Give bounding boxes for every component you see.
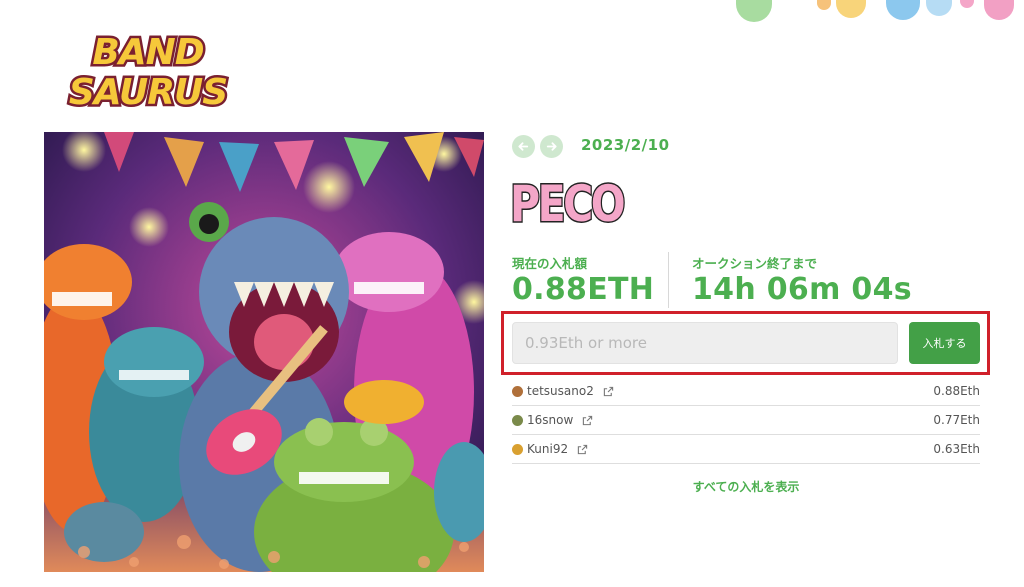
decorative-blob-blue [886,0,920,20]
place-bid-button[interactable]: 入札する [909,322,980,364]
decorative-blob-lightblue [926,0,952,16]
bid-row: tetsusano2 0.88Eth [512,377,980,406]
decorative-blob-pink [960,0,974,8]
arrow-right-icon [546,142,557,151]
bid-amount: 0.88Eth [933,384,980,398]
bid-history-list: tetsusano2 0.88Eth 16snow 0.77Eth Kuni92… [512,377,980,464]
prev-auction-button[interactable] [512,135,535,158]
show-all-bids-link[interactable]: すべての入札を表示 [512,478,980,495]
user-avatar-icon [512,443,523,455]
auction-title: PECO [509,175,648,236]
user-avatar-icon [512,414,523,426]
bid-amount-input[interactable] [512,322,898,364]
external-link-icon[interactable] [577,444,588,455]
logo-line2: SAURUS [69,72,227,112]
current-bid-value: 0.88ETH [512,272,655,307]
bid-row: Kuni92 0.63Eth [512,435,980,464]
artwork-image [44,132,484,572]
bid-row: 16snow 0.77Eth [512,406,980,435]
stats-divider [668,252,669,308]
time-left-value: 14h 06m 04s [692,272,912,307]
bid-user[interactable]: tetsusano2 [527,384,594,398]
bid-user[interactable]: Kuni92 [527,442,568,456]
bid-user[interactable]: 16snow [527,413,573,427]
external-link-icon[interactable] [603,386,614,397]
user-avatar-icon [512,385,523,397]
decorative-blob-orange [817,0,831,10]
decorative-blob-green [736,0,772,22]
next-auction-button[interactable] [540,135,563,158]
decorative-blob-pink-2 [984,0,1014,20]
time-left-label: オークション終了まで [692,256,818,271]
decorative-blob-yellow [836,0,866,18]
bid-amount: 0.63Eth [933,442,980,456]
arrow-left-icon [518,142,529,151]
bandsaurus-logo[interactable]: BAND SAURUS [50,26,246,116]
logo-graphic: BAND SAURUS [66,30,230,116]
bid-amount: 0.77Eth [933,413,980,427]
external-link-icon[interactable] [582,415,593,426]
current-bid-label: 現在の入札額 [512,256,588,271]
auction-title-text: PECO [509,175,627,234]
logo-line1: BAND [92,32,203,73]
auction-date: 2023/2/10 [581,136,670,154]
